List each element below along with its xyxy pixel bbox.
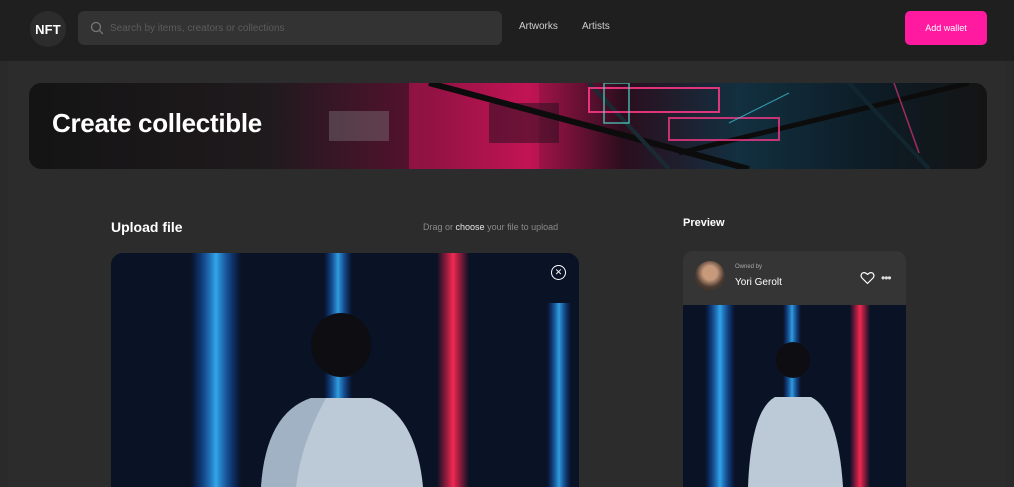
heart-icon[interactable] bbox=[860, 271, 875, 285]
uploaded-photo bbox=[111, 253, 579, 487]
upload-hint-suffix: your file to upload bbox=[487, 222, 559, 232]
owner-avatar[interactable] bbox=[695, 261, 725, 291]
nav-artists-link[interactable]: Artists bbox=[582, 21, 610, 32]
preview-image bbox=[683, 305, 906, 487]
search-icon bbox=[90, 21, 104, 35]
owned-by-label: Owned by bbox=[735, 264, 763, 270]
close-icon: ✕ bbox=[554, 267, 563, 277]
page-title: Create collectible bbox=[52, 108, 262, 138]
search-input[interactable] bbox=[110, 22, 490, 34]
upload-hint-prefix: Drag or bbox=[423, 222, 454, 232]
upload-file-heading: Upload file bbox=[111, 219, 183, 235]
nav-artworks-link[interactable]: Artworks bbox=[519, 21, 558, 32]
preview-card[interactable]: Owned by Yori Gerolt ••• bbox=[683, 251, 906, 487]
preview-card-header: Owned by Yori Gerolt ••• bbox=[683, 251, 906, 305]
uploaded-image bbox=[111, 253, 579, 487]
hero-banner: Create collectible bbox=[29, 83, 987, 169]
more-icon[interactable]: ••• bbox=[881, 271, 892, 285]
search-bar[interactable] bbox=[78, 11, 502, 45]
remove-file-button[interactable]: ✕ bbox=[551, 265, 566, 280]
preview-heading: Preview bbox=[683, 217, 725, 229]
nft-logo[interactable]: NFT bbox=[30, 11, 66, 47]
upload-hint: Drag or choose your file to upload bbox=[423, 222, 558, 232]
preview-photo bbox=[683, 305, 906, 487]
top-navigation-bar: NFT Artworks Artists Add wallet bbox=[0, 0, 1014, 61]
choose-file-link[interactable]: choose bbox=[456, 222, 485, 232]
owner-name[interactable]: Yori Gerolt bbox=[735, 277, 782, 288]
add-wallet-button[interactable]: Add wallet bbox=[905, 11, 987, 45]
